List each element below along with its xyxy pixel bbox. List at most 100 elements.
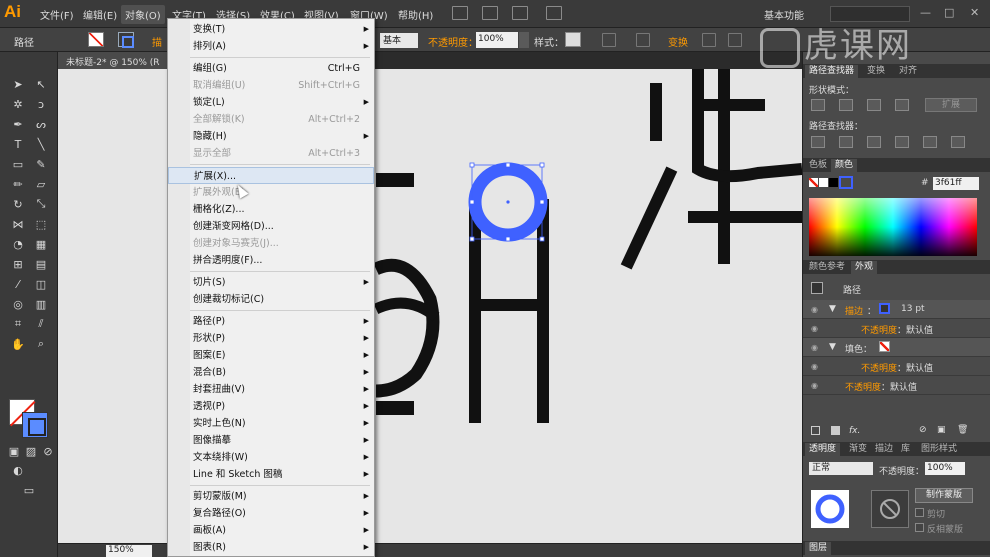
- minimize-button[interactable]: —: [920, 6, 931, 19]
- stroke-link[interactable]: 描边: [845, 304, 863, 317]
- rotate-tool-icon[interactable]: ↻: [9, 196, 27, 212]
- slice-tool-icon[interactable]: ⫽: [32, 316, 50, 332]
- make-mask-button[interactable]: 制作蒙版: [915, 488, 973, 503]
- visibility-eye-icon[interactable]: ◉: [811, 324, 818, 333]
- transparency-opacity-input[interactable]: 100%: [925, 462, 965, 475]
- color-mode-icon[interactable]: ▣: [5, 443, 23, 459]
- stroke-weight[interactable]: 13 pt: [901, 304, 925, 314]
- opacity-input[interactable]: 100%: [476, 32, 518, 48]
- visibility-eye-icon[interactable]: ◉: [811, 362, 818, 371]
- tab-graphic-styles[interactable]: 图形样式: [917, 443, 961, 456]
- selection-handle[interactable]: [539, 199, 545, 205]
- white-color-chip[interactable]: [819, 178, 828, 187]
- unite-icon[interactable]: [811, 99, 825, 111]
- object-menu-item[interactable]: 扩展(X)...: [168, 167, 374, 184]
- object-menu-item[interactable]: 创建裁切标记(C): [168, 291, 374, 308]
- appearance-fill-opacity-row[interactable]: ◉ 不透明度 ：默认值: [803, 357, 990, 376]
- object-menu-item[interactable]: 图案(E) ▶: [168, 347, 374, 364]
- graphic-style-swatch[interactable]: [565, 32, 581, 47]
- selection-tool-icon[interactable]: ➤: [9, 76, 27, 92]
- drawing-mode-icon[interactable]: ◐: [9, 462, 27, 478]
- object-menu-item[interactable]: 实时上色(N) ▶: [168, 415, 374, 432]
- divide-icon[interactable]: [811, 136, 825, 148]
- free-transform-tool-icon[interactable]: ⬚: [32, 216, 50, 232]
- object-menu-item[interactable]: 编组(G) Ctrl+G: [168, 60, 374, 77]
- tab-color-guide[interactable]: 颜色参考: [805, 261, 849, 274]
- menu-edit[interactable]: 编辑(E): [83, 7, 117, 22]
- stock-icon[interactable]: [482, 6, 498, 20]
- tab-stroke[interactable]: 描边: [871, 443, 897, 456]
- curvature-tool-icon[interactable]: ᔕ: [32, 116, 50, 132]
- direct-selection-tool-icon[interactable]: ↖: [32, 76, 50, 92]
- opacity-link[interactable]: 不透明度：: [428, 34, 478, 49]
- minus-back-icon[interactable]: [951, 136, 965, 148]
- lasso-tool-icon[interactable]: ↄ: [32, 96, 50, 112]
- crop-icon[interactable]: [895, 136, 909, 148]
- stroke-color-chip[interactable]: [839, 176, 853, 189]
- width-tool-icon[interactable]: ⋈: [9, 216, 27, 232]
- scale-tool-icon[interactable]: ⤡: [32, 196, 50, 212]
- clip-checkbox[interactable]: [915, 508, 924, 517]
- magic-wand-tool-icon[interactable]: ✲: [9, 96, 27, 112]
- maximize-button[interactable]: □: [944, 6, 954, 19]
- object-menu-item[interactable]: 混合(B) ▶: [168, 364, 374, 381]
- object-menu-item[interactable]: 形状(P) ▶: [168, 330, 374, 347]
- transform-link[interactable]: 变换: [668, 34, 688, 49]
- selection-handle[interactable]: [539, 162, 545, 168]
- selection-handle[interactable]: [505, 236, 511, 242]
- document-tab[interactable]: 未标题-2* @ 150% (R: [58, 52, 168, 69]
- selection-handle[interactable]: [539, 236, 545, 242]
- object-menu-item[interactable]: 图像描摹 ▶: [168, 432, 374, 449]
- selection-handle[interactable]: [469, 236, 475, 242]
- stroke-link[interactable]: 描: [152, 34, 162, 49]
- stroke-color-swatch[interactable]: [118, 32, 134, 48]
- tab-gradient[interactable]: 渐变: [845, 443, 871, 456]
- appearance-fill-row[interactable]: ◉ ▼ 填色：: [803, 338, 990, 357]
- stroke-swatch-blue[interactable]: [22, 412, 48, 438]
- hex-color-input[interactable]: 3f61ff: [933, 177, 979, 190]
- object-menu-item[interactable]: 排列(A) ▶: [168, 38, 374, 55]
- symbol-sprayer-tool-icon[interactable]: ◎: [9, 296, 27, 312]
- duplicate-item-icon[interactable]: ▣: [937, 425, 946, 435]
- clear-appearance-icon[interactable]: ⊘: [919, 425, 927, 435]
- invert-mask-checkbox[interactable]: [915, 523, 924, 532]
- recolor-icon[interactable]: [602, 33, 616, 47]
- outline-icon[interactable]: [923, 136, 937, 148]
- expand-button[interactable]: 扩展: [925, 98, 977, 112]
- object-menu-item[interactable]: Line 和 Sketch 图稿 ▶: [168, 466, 374, 483]
- object-menu-item[interactable]: 图表(R) ▶: [168, 539, 374, 556]
- menu-help[interactable]: 帮助(H): [398, 7, 433, 22]
- blend-tool-icon[interactable]: ◫: [32, 276, 50, 292]
- object-menu-item[interactable]: 路径(P) ▶: [168, 313, 374, 330]
- selection-handle[interactable]: [469, 162, 475, 168]
- arrange-documents-icon[interactable]: [512, 6, 528, 20]
- visibility-eye-icon[interactable]: ◉: [811, 305, 818, 314]
- line-tool-icon[interactable]: ╲: [32, 136, 50, 152]
- blend-mode-dropdown[interactable]: 正常: [809, 462, 873, 475]
- zoom-tool-icon[interactable]: ⌕: [32, 336, 50, 352]
- shape-builder-tool-icon[interactable]: ◔: [9, 236, 27, 252]
- opacity-link[interactable]: 不透明度: [861, 323, 897, 336]
- arrange-icon[interactable]: [728, 33, 742, 47]
- menu-file[interactable]: 文件(F): [40, 7, 74, 22]
- visibility-eye-icon[interactable]: ◉: [811, 381, 818, 390]
- trim-icon[interactable]: [839, 136, 853, 148]
- close-button[interactable]: ✕: [970, 6, 979, 19]
- align-icon[interactable]: [636, 33, 650, 47]
- eyedropper-tool-icon[interactable]: ⁄: [9, 276, 27, 292]
- mask-thumbnail[interactable]: [871, 490, 909, 528]
- intersect-icon[interactable]: [867, 99, 881, 111]
- chevron-down-icon[interactable]: ▼: [829, 304, 836, 314]
- brush-profile-dropdown[interactable]: 基本: [380, 33, 418, 48]
- fill-none-swatch[interactable]: [88, 32, 104, 47]
- appearance-opacity-row[interactable]: ◉ 不透明度 ：默认值: [803, 376, 990, 395]
- bridge-icon[interactable]: [452, 6, 468, 20]
- object-menu-item[interactable]: 画板(A) ▶: [168, 522, 374, 539]
- fx-button[interactable]: fx.: [849, 426, 860, 436]
- eraser-tool-icon[interactable]: ▱: [32, 176, 50, 192]
- tab-transparency[interactable]: 透明度: [805, 443, 841, 456]
- zoom-level-field[interactable]: 150%: [106, 545, 152, 557]
- none-color-chip[interactable]: [809, 178, 818, 187]
- pencil-tool-icon[interactable]: ✏: [9, 176, 27, 192]
- chevron-down-icon[interactable]: ▼: [829, 342, 836, 352]
